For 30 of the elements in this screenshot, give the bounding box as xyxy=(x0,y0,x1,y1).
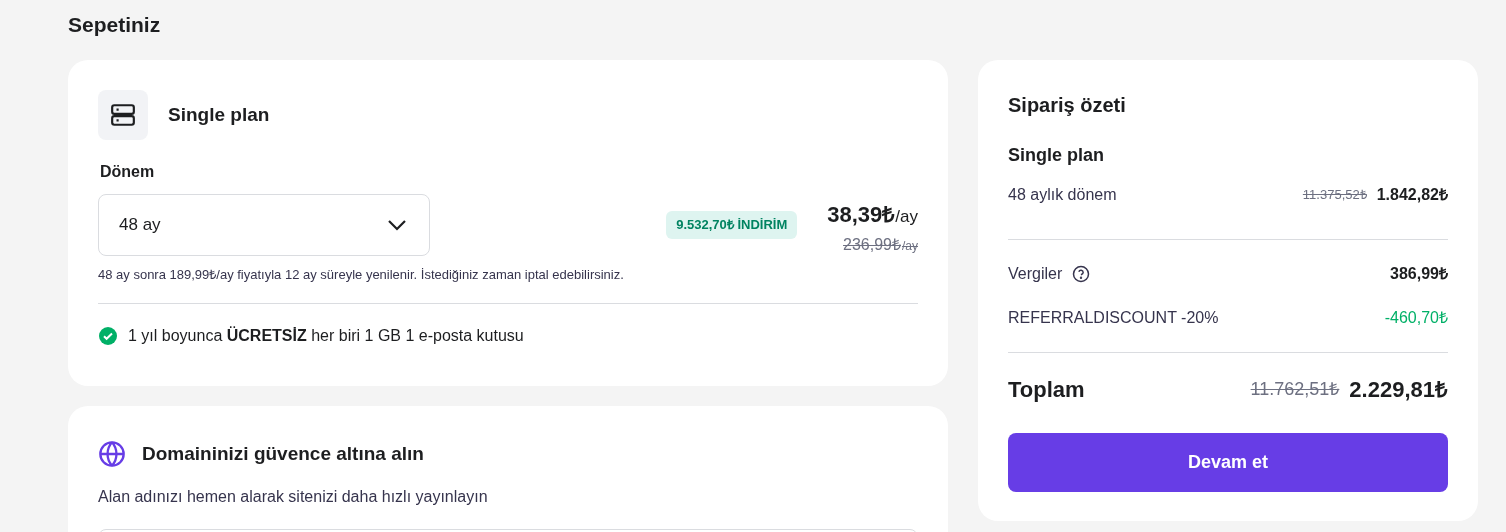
line-label: REFERRALDISCOUNT -20% xyxy=(1008,308,1219,328)
total-price: 2.229,81₺ xyxy=(1349,376,1448,404)
price-unit: /ay xyxy=(895,207,918,228)
line-label: Vergiler xyxy=(1008,264,1063,284)
period-label: Dönem xyxy=(100,162,155,182)
old-price: 11.375,52₺ xyxy=(1302,186,1367,205)
summary-title: Sipariş özeti xyxy=(1008,93,1126,118)
domain-subtitle: Alan adınızı hemen alarak sitenizi daha hızlı yayınlayın xyxy=(98,486,489,507)
summary-plan-name: Single plan xyxy=(1008,144,1104,167)
price: 38,39₺ xyxy=(827,201,896,229)
line-value: 386,99₺ xyxy=(1390,264,1448,284)
domain-title: Domaininizi güvence altına alın xyxy=(142,442,424,466)
globe-icon xyxy=(98,440,126,469)
total-old-price: 11.762,51₺ xyxy=(1250,378,1340,401)
page-title: Sepetiniz xyxy=(68,12,161,38)
period-dropdown[interactable]: 48 ay xyxy=(98,194,430,256)
discount-badge: 9.532,70₺ İNDİRİM xyxy=(666,211,798,239)
continue-button[interactable]: Devam et xyxy=(1008,433,1448,492)
perk-text: 1 yıl boyunca ÜCRETSİZ her biri 1 GB 1 e-posta kutusu xyxy=(128,325,524,346)
check-circle-icon xyxy=(98,325,118,346)
plan-title: Single plan xyxy=(168,102,270,127)
server-icon xyxy=(98,90,148,140)
old-price: 236,99₺ xyxy=(843,235,901,255)
renewal-note: 48 ay sonra 189,99₺/ay fiyatıyla 12 ay süreyle yenilenir. İstediğiniz zaman iptal edebilirsiniz. xyxy=(98,266,625,284)
help-icon[interactable] xyxy=(1072,265,1091,283)
line-label: 48 aylık dönem xyxy=(1008,185,1117,205)
old-price-unit: /ay xyxy=(902,238,918,255)
total-label: Toplam xyxy=(1008,376,1085,404)
line-value: -460,70₺ xyxy=(1384,308,1448,328)
line-value: 1.842,82₺ xyxy=(1376,185,1448,205)
